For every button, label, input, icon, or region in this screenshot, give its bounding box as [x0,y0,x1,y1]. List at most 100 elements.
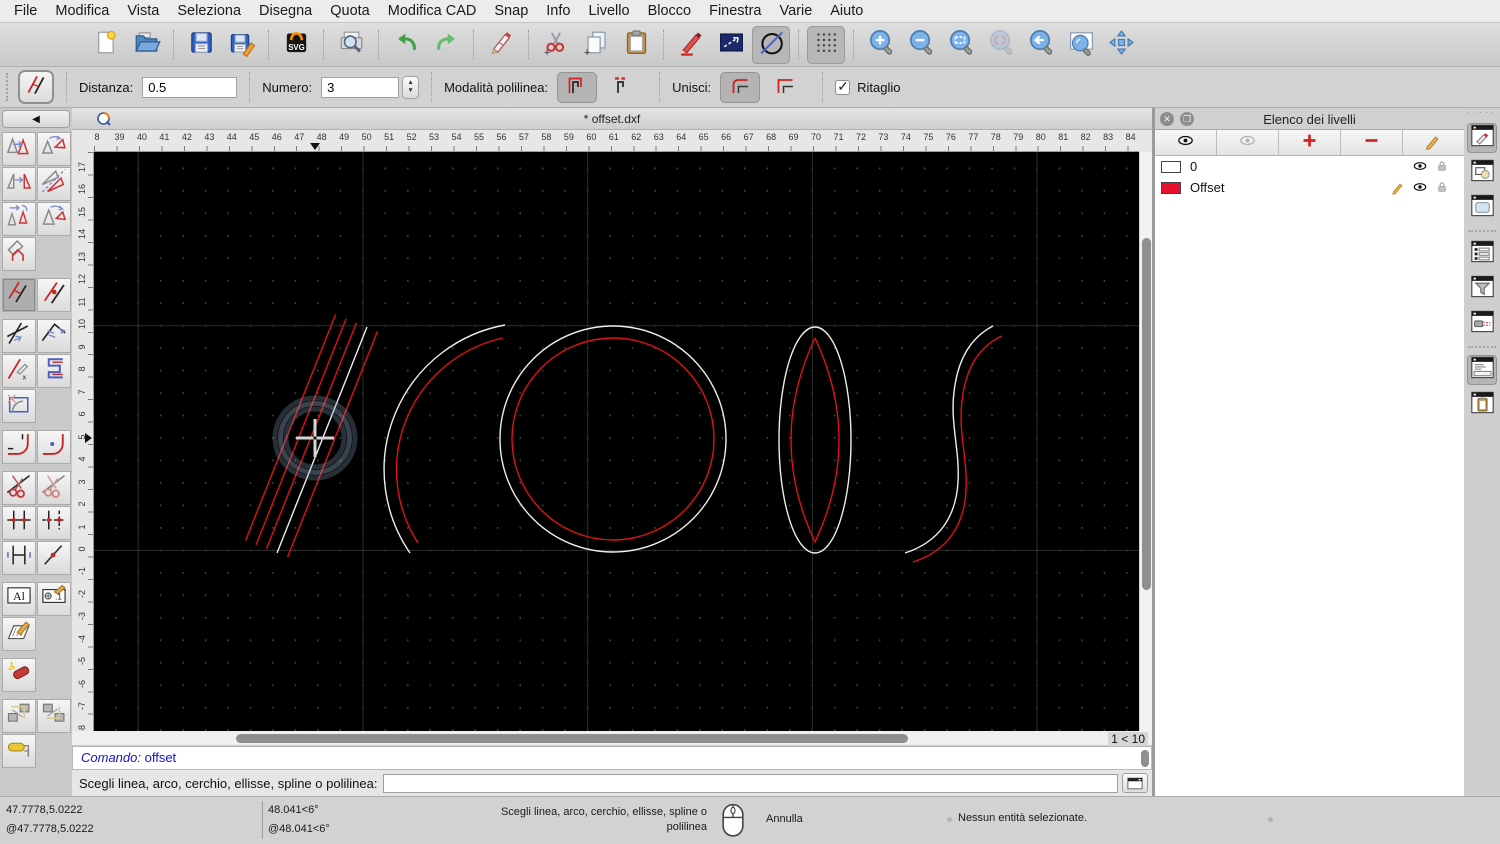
library-browser-pane-button[interactable] [1467,193,1497,223]
number-input[interactable] [321,76,400,98]
menu-seleziona[interactable]: Seleziona [177,3,241,19]
menu-quota[interactable]: Quota [330,3,370,19]
edit-layer-button[interactable] [1403,130,1464,155]
menu-blocco[interactable]: Blocco [648,3,692,19]
layer-list-pane-button[interactable] [1467,123,1497,153]
hide-all-button[interactable] [1217,130,1279,155]
horizontal-scrollbar[interactable]: 1 < 10 [72,731,1152,746]
explode-tool-button[interactable] [1,657,36,692]
print-preview-button[interactable] [332,26,370,64]
zoom-previous-button[interactable] [1022,26,1060,64]
scrollbar-thumb[interactable] [1142,238,1151,590]
move-tool-button[interactable] [1,131,36,166]
trim-checkbox[interactable] [835,78,851,95]
command-options-button[interactable] [1122,773,1148,793]
fillet-radius-tool-button[interactable] [36,429,71,464]
ellipse-tools-button[interactable] [752,25,790,64]
block-list-pane-button[interactable] [1467,158,1497,188]
menu-modifica-cad[interactable]: Modifica CAD [388,3,477,19]
mirror-angle-tool-button[interactable] [36,166,71,201]
layer-lock-icon[interactable] [1434,158,1450,174]
redo-button[interactable] [427,26,465,64]
property-editor-pane-button[interactable] [1467,239,1497,269]
vertical-scrollbar[interactable] [1139,152,1152,731]
delete-segment-tool-button[interactable]: x [1,353,36,388]
menu-snap[interactable]: Snap [494,3,528,19]
zoom-out-button[interactable] [902,26,940,64]
join-mode-join-round-button[interactable] [720,71,761,103]
menu-info[interactable]: Info [546,3,570,19]
polyline-arrows-tool-button[interactable] [36,318,71,353]
stretch-tool-button[interactable] [1,540,36,575]
rotate-tool-button[interactable] [36,131,71,166]
offset-point-tool-button[interactable] [36,277,71,312]
new-file-button[interactable] [87,26,125,64]
menu-file[interactable]: File [14,3,37,19]
history-scrollbar-thumb[interactable] [1141,750,1149,767]
layer-visible-eye-icon[interactable] [1412,179,1428,195]
layer-visible-eye-icon[interactable] [1412,158,1428,174]
measure-button[interactable] [712,26,750,64]
offset-tool-button[interactable] [18,70,54,104]
drawing-canvas[interactable] [94,152,1139,731]
move-rotate-tool-button[interactable] [1,201,36,236]
zoom-in-button[interactable] [862,26,900,64]
draw-pen-button[interactable] [672,26,710,64]
trim-extend-tool-button[interactable] [1,318,36,353]
rotate-two-tool-button[interactable] [36,201,71,236]
remove-layer-button[interactable] [1341,130,1403,155]
shrink-tool-button[interactable] [1,388,36,423]
dimension-edit-tool-button[interactable]: .1 [36,581,71,616]
menu-modifica[interactable]: Modifica [55,3,109,19]
scrollbar-thumb[interactable] [236,734,908,743]
command-line-pane-button[interactable] [1467,355,1497,385]
block-insert-tool-button[interactable] [1,698,36,733]
menu-finestra[interactable]: Finestra [709,3,761,19]
text-edit-tool-button[interactable]: Al [1,581,36,616]
distance-input[interactable] [142,76,238,98]
clipboard-pane-button[interactable] [1467,390,1497,420]
block-edit-tool-button[interactable] [36,698,71,733]
project-tool-button[interactable] [1,236,36,271]
menu-disegna[interactable]: Disegna [259,3,312,19]
projection-pane-button[interactable] [1467,309,1497,339]
selection-filter-pane-button[interactable] [1467,274,1497,304]
divide-tool-button[interactable] [1,505,36,540]
break-point-tool-button[interactable] [36,540,71,575]
menu-vista[interactable]: Vista [127,3,159,19]
save-button[interactable] [182,26,220,64]
grid-toggle-button[interactable] [807,25,845,64]
add-layer-button[interactable] [1279,130,1341,155]
trim-scissors-tool-button[interactable] [1,470,36,505]
menu-aiuto[interactable]: Aiuto [830,3,863,19]
show-all-button[interactable] [1155,130,1217,155]
pan-button[interactable] [1102,26,1140,64]
fillet-tool-button[interactable] [1,429,36,464]
polyline-clip-tool-button[interactable] [36,353,71,388]
layer-lock-icon[interactable] [1434,179,1450,195]
undo-button[interactable] [387,26,425,64]
layer-row-offset[interactable]: Offset [1155,177,1464,198]
layer-row-0[interactable]: 0 [1155,156,1464,177]
mirror-tool-button[interactable] [1,166,36,201]
zoom-window-button[interactable] [1062,26,1100,64]
correction-pen-button[interactable] [482,26,520,64]
polyline-mode-mode-poly-solid-button[interactable] [557,71,598,103]
menu-livello[interactable]: Livello [588,3,629,19]
polyline-mode-mode-poly-dashed-button[interactable] [602,72,642,103]
open-file-button[interactable] [127,26,165,64]
divide-dashed-tool-button[interactable] [36,505,71,540]
cut-button[interactable]: + [537,26,575,64]
join-mode-join-corner-button[interactable] [765,72,805,103]
palette-back-button[interactable]: ◀ [2,110,70,128]
paint-tool-button[interactable] [1,733,36,768]
save-as-button[interactable] [222,26,260,64]
offset-tool-button[interactable] [1,277,36,312]
zoom-auto-button[interactable] [942,26,980,64]
hatch-edit-tool-button[interactable] [1,616,36,651]
trim-both-tool-button[interactable] [36,470,71,505]
menu-varie[interactable]: Varie [779,3,812,19]
number-stepper[interactable]: ▲ ▼ [402,75,420,99]
paste-button[interactable] [617,26,655,64]
copy-button[interactable]: + [577,26,615,64]
